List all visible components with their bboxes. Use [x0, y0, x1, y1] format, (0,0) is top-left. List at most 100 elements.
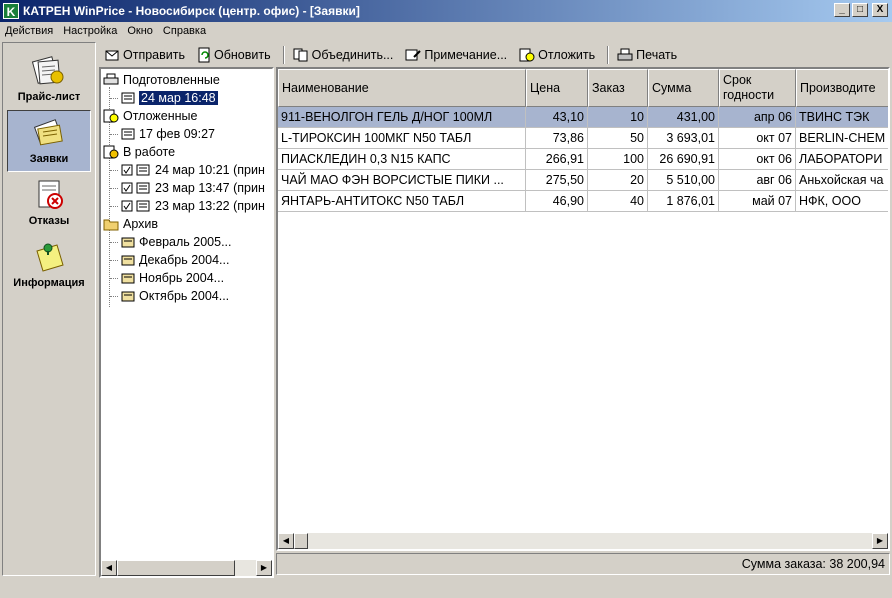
cell-expiry: апр 06 — [719, 107, 796, 128]
cell-order[interactable]: 50 — [588, 128, 648, 149]
tree-branch — [110, 296, 118, 297]
tree-folder-in-work[interactable]: В работе — [103, 143, 175, 161]
orders-tree: Подготовленные 24 мар 16:48 Отложенные 1… — [99, 67, 274, 578]
cell-name: ЧАЙ МАО ФЭН ВОРСИСТЫЕ ПИКИ ... — [278, 170, 526, 191]
cell-order[interactable]: 10 — [588, 107, 648, 128]
archive-folder-icon — [103, 219, 119, 231]
tree-item-archive-month[interactable]: Ноябрь 2004... — [121, 269, 224, 287]
table-row[interactable]: ПИАСКЛЕДИН 0,3 N15 КАПС 266,91 100 26 69… — [278, 149, 888, 170]
cell-order[interactable]: 100 — [588, 149, 648, 170]
print-label: Печать — [636, 48, 678, 62]
refresh-button[interactable]: Обновить — [193, 45, 275, 65]
column-header-name[interactable]: Наименование — [278, 69, 526, 107]
sidebar-label-orders: Заявки — [29, 153, 69, 165]
scroll-left-icon[interactable]: ◀ — [101, 560, 117, 576]
cell-sum: 26 690,91 — [648, 149, 719, 170]
tree-branch — [110, 170, 118, 171]
archive-document-icon — [121, 255, 135, 266]
table-row[interactable]: ЯНТАРЬ-АНТИТОКС N50 ТАБЛ 46,90 40 1 876,… — [278, 191, 888, 212]
column-header-order[interactable]: Заказ — [588, 69, 648, 107]
refresh-label: Обновить — [213, 48, 271, 62]
checked-document-icon — [121, 164, 150, 176]
tree-item-order[interactable]: 17 фев 09:27 — [121, 125, 215, 143]
cell-price: 275,50 — [526, 170, 588, 191]
sidebar: Прайс-лист Заявки Отказы Информация — [2, 42, 96, 576]
sidebar-label-refusals: Отказы — [28, 215, 70, 227]
scroll-right-icon[interactable]: ▶ — [872, 533, 888, 549]
note-button[interactable]: Примечание... — [401, 45, 511, 65]
tree-item-order[interactable]: 23 мар 13:47 (прин — [121, 179, 265, 197]
send-label: Отправить — [123, 48, 185, 62]
merge-button[interactable]: Объединить... — [289, 45, 398, 65]
merge-label: Объединить... — [311, 48, 394, 62]
cell-price: 266,91 — [526, 149, 588, 170]
sidebar-item-refusals[interactable]: Отказы — [7, 173, 91, 235]
tree-item-label: 24 мар 10:21 (прин — [155, 163, 265, 177]
cell-order[interactable]: 40 — [588, 191, 648, 212]
menu-window[interactable]: Окно — [122, 25, 158, 37]
sidebar-label-info: Информация — [13, 277, 85, 289]
scroll-left-icon[interactable]: ◀ — [278, 533, 294, 549]
document-icon — [121, 128, 135, 140]
sidebar-label-price-list: Прайс-лист — [17, 91, 81, 103]
cell-sum: 3 693,01 — [648, 128, 719, 149]
column-header-sum[interactable]: Сумма — [648, 69, 719, 107]
column-header-price[interactable]: Цена — [526, 69, 588, 107]
maximize-button[interactable]: □ — [852, 3, 868, 17]
print-button[interactable]: Печать — [613, 45, 681, 65]
scroll-right-icon[interactable]: ▶ — [256, 560, 272, 576]
close-button[interactable]: X — [872, 3, 888, 17]
menu-settings[interactable]: Настройка — [58, 25, 122, 37]
cell-name: ЯНТАРЬ-АНТИТОКС N50 ТАБЛ — [278, 191, 526, 212]
menu-actions[interactable]: Действия — [0, 25, 58, 37]
table-row[interactable]: ЧАЙ МАО ФЭН ВОРСИСТЫЕ ПИКИ ... 275,50 20… — [278, 170, 888, 191]
tree-folder-prepared[interactable]: Подготовленные — [103, 71, 220, 89]
table-row[interactable]: L-ТИРОКСИН 100МКГ N50 ТАБЛ 73,86 50 3 69… — [278, 128, 888, 149]
order-lines-grid: Наименование Цена Заказ Сумма Срок годно… — [276, 67, 890, 551]
cell-price: 43,10 — [526, 107, 588, 128]
cell-order[interactable]: 20 — [588, 170, 648, 191]
tree-item-order[interactable]: 24 мар 10:21 (прин — [121, 161, 265, 179]
tree-branch — [110, 242, 118, 243]
tree-item-order[interactable]: 23 мар 13:22 (прин — [121, 197, 265, 215]
tree-item-archive-month[interactable]: Октябрь 2004... — [121, 287, 229, 305]
tree-horizontal-scrollbar[interactable]: ◀ ▶ — [101, 560, 272, 576]
tree-item-label: Октябрь 2004... — [139, 289, 230, 303]
tree-branch — [110, 278, 118, 279]
sidebar-item-orders[interactable]: Заявки — [7, 110, 91, 172]
tree-branch — [110, 260, 118, 261]
send-button[interactable]: Отправить — [100, 45, 189, 65]
printer-folder-icon — [103, 73, 119, 85]
cell-manufacturer: НФК, ООО — [796, 191, 888, 212]
postpone-button[interactable]: Отложить — [515, 45, 599, 65]
tree-item-label: 24 мар 16:48 — [139, 91, 218, 105]
archive-document-icon — [121, 237, 135, 248]
column-header-manufacturer[interactable]: Производите — [796, 69, 888, 107]
sidebar-item-price-list[interactable]: Прайс-лист — [7, 49, 91, 111]
scroll-thumb[interactable] — [294, 533, 308, 549]
tree-folder-archive[interactable]: Архив — [103, 215, 158, 233]
cell-expiry: май 07 — [719, 191, 796, 212]
tree-label-archive: Архив — [123, 217, 159, 231]
postponed-folder-icon — [103, 109, 119, 123]
scroll-thumb[interactable] — [117, 560, 235, 576]
menu-help[interactable]: Справка — [158, 25, 211, 37]
table-row[interactable]: 911-ВЕНОЛГОН ГЕЛЬ Д/НОГ 100МЛ 43,10 10 4… — [278, 107, 888, 128]
tree-item-archive-month[interactable]: Декабрь 2004... — [121, 251, 229, 269]
grid-horizontal-scrollbar[interactable]: ◀ ▶ — [278, 533, 888, 549]
tree-item-label: 23 мар 13:47 (прин — [155, 181, 265, 195]
toolbar-separator — [282, 46, 285, 64]
column-header-expiry[interactable]: Срок годности — [719, 69, 796, 107]
tree-folder-postponed[interactable]: Отложенные — [103, 107, 197, 125]
cell-price: 73,86 — [526, 128, 588, 149]
tree-item-order[interactable]: 24 мар 16:48 — [121, 89, 218, 107]
window-controls: _ □ X — [834, 3, 888, 17]
merge-icon — [293, 48, 308, 62]
menu-bar: Действия Настройка Окно Справка — [0, 22, 892, 40]
cell-name: ПИАСКЛЕДИН 0,3 N15 КАПС — [278, 149, 526, 170]
cell-expiry: авг 06 — [719, 170, 796, 191]
tree-item-label: Февраль 2005... — [139, 235, 232, 249]
sidebar-item-info[interactable]: Информация — [7, 235, 91, 297]
minimize-button[interactable]: _ — [834, 3, 850, 17]
tree-item-archive-month[interactable]: Февраль 2005... — [121, 233, 232, 251]
